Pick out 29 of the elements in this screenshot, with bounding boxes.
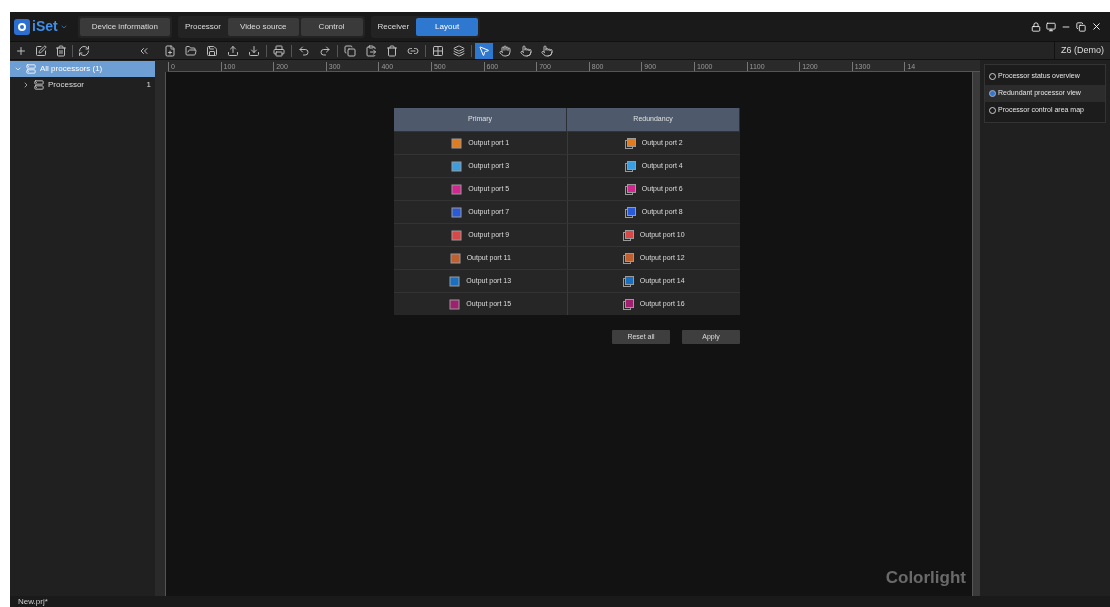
close-icon <box>1091 21 1102 32</box>
tree-label: All processors (1) <box>40 63 104 75</box>
device-icon <box>34 80 44 90</box>
tree-item[interactable]: Processor 1 <box>10 77 155 93</box>
monitor-icon <box>1046 21 1056 32</box>
device-name: Z6 (Demo) <box>1054 42 1110 59</box>
device-icon <box>26 64 36 74</box>
lock-icon <box>1031 21 1041 32</box>
tab[interactable]: Control <box>300 17 363 36</box>
chevron-down-icon <box>14 65 22 73</box>
restore-icon <box>1076 21 1086 32</box>
tab[interactable]: Video source <box>227 17 299 36</box>
item-count: 1 <box>146 79 151 91</box>
group-label: Processor <box>183 20 222 33</box>
scroll-bar[interactable] <box>972 72 980 596</box>
tab[interactable]: Device information <box>79 17 170 36</box>
brand-logo: Colorlight <box>885 566 966 589</box>
radio-icon <box>989 90 996 97</box>
tree-label: Processor <box>48 79 85 91</box>
app-name[interactable]: iSet <box>32 16 58 37</box>
tab[interactable]: Layout <box>416 17 479 36</box>
pointer-icon[interactable] <box>475 42 493 59</box>
printer-icon[interactable] <box>270 42 288 59</box>
layers-icon[interactable] <box>450 42 468 59</box>
status-text: New.prj* <box>18 596 48 607</box>
chevron-right-icon <box>22 81 30 89</box>
logo-icon <box>14 18 30 35</box>
group-label: Receiver <box>376 20 411 33</box>
copy-icon[interactable] <box>341 42 359 59</box>
